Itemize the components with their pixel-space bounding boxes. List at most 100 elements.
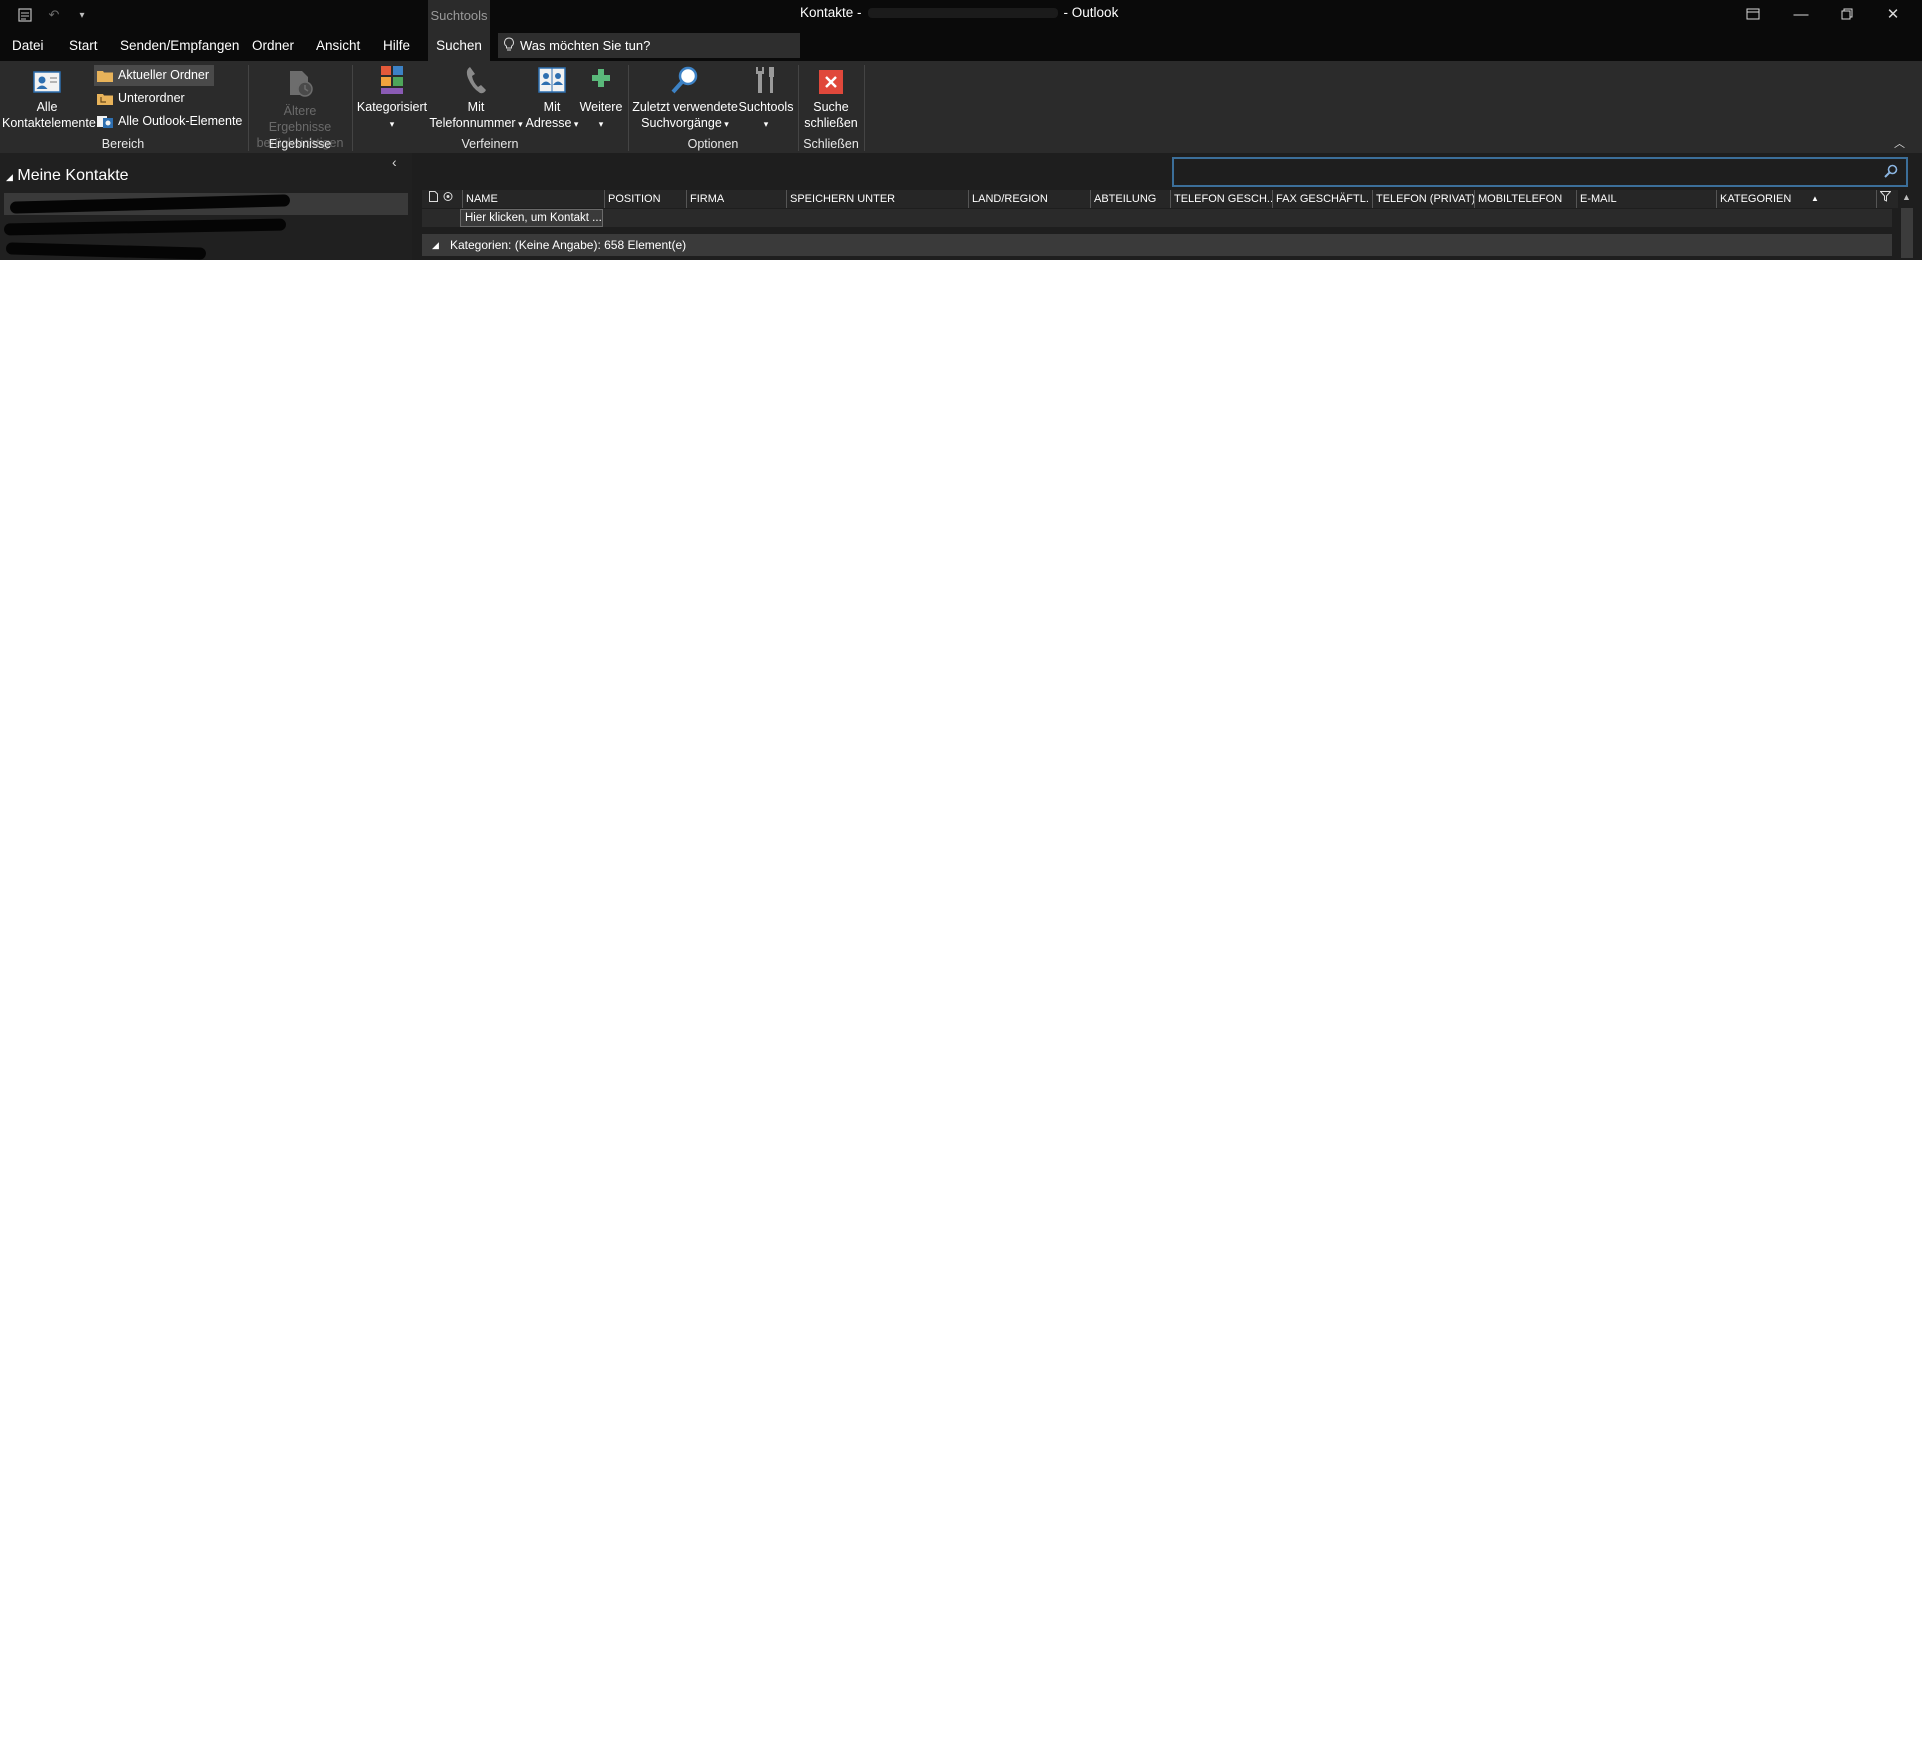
tab-ansicht[interactable]: Ansicht [310,30,366,61]
column-telefon-geschaeftlich[interactable]: TELEFON GESCH... [1170,190,1272,208]
ribbon-separator [248,65,249,151]
search-ribbon: Alle Kontaktelemente Aktueller Ordner Un… [0,61,1922,153]
contact-folder-item[interactable] [4,239,408,260]
column-e-mail[interactable]: E-MAIL [1576,190,1716,208]
tell-me-box[interactable]: Was möchten Sie tun? [498,33,800,58]
contact-folder-item[interactable] [3,216,408,238]
search-icon[interactable] [1884,164,1898,178]
lightbulb-icon [498,37,520,54]
column-name[interactable]: NAME [462,190,604,208]
kategorisiert-label: Kategorisiert [356,100,428,114]
column-mobiltelefon[interactable]: MOBILTELEFON [1474,190,1576,208]
context-tab-suchtools: Suchtools [428,0,490,30]
scrollbar-thumb[interactable] [1901,208,1913,258]
recent-searches-icon [671,66,698,94]
title-prefix: Kontakte - [800,5,862,20]
all-items-icon [97,116,113,128]
alle-label-line2: Kontaktelemente [2,116,96,130]
zuletzt-label-line1: Zuletzt verwendete [632,100,738,114]
tell-me-text: Was möchten Sie tun? [520,38,651,53]
new-contact-row: Hier klicken, um Kontakt ... [422,209,1892,227]
group-label-verfeinern: Verfeinern [461,137,519,151]
kategorisiert-button[interactable]: Kategorisiert ▾ [356,65,428,132]
contact-folder-item[interactable] [4,193,408,215]
column-speichern-unter[interactable]: SPEICHERN UNTER [786,190,968,208]
collapse-ribbon-icon[interactable]: ︿ [1894,135,1905,151]
telefon-label-line1: Mit [467,100,485,114]
adresse-label-line1: Mit [543,100,561,114]
alle-kontaktelemente-button[interactable]: Alle Kontaktelemente [2,69,96,131]
minimize-icon[interactable]: — [1778,0,1824,28]
search-tools-icon [756,67,774,93]
column-position[interactable]: POSITION [604,190,686,208]
search-input[interactable] [1178,162,1872,184]
search-box[interactable] [1172,157,1908,187]
dropdown-arrow-icon: ▾ [721,119,729,129]
zuletzt-verwendete-button[interactable]: Zuletzt verwendete Suchvorgänge ▾ [632,65,738,132]
collapse-nav-icon[interactable]: ‹ [392,154,397,170]
redacted-account [867,8,1058,19]
outlook-window: ↶ ▾ Suchtools Kontakte - - Outlook — ✕ Da… [0,0,1922,260]
attachment-icon[interactable] [440,190,454,208]
redacted-folder-name [5,242,207,260]
unterordner-label: Unterordner [118,91,185,105]
close-search-icon [819,70,843,94]
alle-label-line1: Alle [36,100,58,114]
restore-icon[interactable] [1824,0,1870,28]
collapse-group-icon[interactable]: ◢ [432,234,439,256]
mit-telefonnummer-button[interactable]: Mit Telefonnummer ▾ [428,65,524,132]
close-window-icon[interactable]: ✕ [1870,0,1916,28]
column-abteilung[interactable]: ABTEILUNG [1090,190,1170,208]
vertical-scrollbar[interactable]: ▲ [1898,190,1916,260]
column-kategorien[interactable]: KATEGORIEN ▲ [1716,190,1876,208]
undo-icon[interactable]: ↶ [42,0,66,30]
suchtools-label: Suchtools [738,100,794,114]
plus-icon [592,69,610,87]
group-label-bereich: Bereich [101,137,145,151]
group-header-row[interactable]: ◢ Kategorien: (Keine Angabe): 658 Elemen… [422,234,1892,256]
ribbon-separator [864,65,865,151]
tab-senden-empfangen[interactable]: Senden/Empfangen [114,30,245,61]
suchtools-button[interactable]: Suchtools ▾ [738,65,794,132]
categorize-icon [381,66,403,94]
group-header-label: Kategorien: (Keine Angabe): 658 Element(… [450,238,687,252]
tab-datei[interactable]: Datei [6,30,50,61]
column-firma[interactable]: FIRMA [686,190,786,208]
send-receive-all-icon[interactable] [12,0,38,30]
unterordner-button[interactable]: Unterordner [94,88,190,109]
meine-kontakte-header[interactable]: ◢ Meine Kontakte [6,167,129,185]
ribbon-display-options-icon[interactable] [1730,0,1776,28]
expand-triangle-icon: ◢ [6,172,13,182]
column-land-region[interactable]: LAND/REGION [968,190,1090,208]
aktueller-ordner-button[interactable]: Aktueller Ordner [94,65,215,86]
zuletzt-label-line2: Suchvorgänge [641,116,722,130]
customize-qat-icon[interactable]: ▾ [72,0,92,30]
older-results-icon [290,71,313,97]
redacted-folder-name [3,218,287,236]
adresse-label-line2: Adresse [525,116,572,130]
dropdown-arrow-icon: ▾ [598,119,604,129]
scroll-up-icon[interactable]: ▲ [1902,192,1911,202]
mit-adresse-button[interactable]: Mit Adresse ▾ [524,65,580,132]
group-label-optionen: Optionen [687,137,739,151]
column-fax-geschaeftlich[interactable]: FAX GESCHÄFTL. [1272,190,1372,208]
column-kategorien-label: KATEGORIEN [1720,193,1792,205]
ribbon-tabs: Datei Start Senden/Empfangen Ordner Ansi… [0,30,1922,61]
alle-outlook-elemente-button[interactable]: Alle Outlook-Elemente [94,111,247,132]
tab-suchen[interactable]: Suchen [428,30,490,61]
tab-ordner[interactable]: Ordner [246,30,300,61]
suche-schliessen-button[interactable]: Suche schließen [800,69,862,131]
tab-start[interactable]: Start [63,30,104,61]
schliessen-label-line1: Suche [813,100,849,114]
tab-hilfe[interactable]: Hilfe [377,30,416,61]
group-label-schliessen: Schließen [803,137,859,151]
filter-icon[interactable] [1876,190,1900,208]
ribbon-separator [352,65,353,151]
weitere-button[interactable]: Weitere ▾ [578,65,624,132]
column-header-row: NAME POSITION FIRMA SPEICHERN UNTER LAND… [422,190,1902,208]
group-label-ergebnisse: Ergebnisse [268,137,332,151]
new-contact-cell[interactable]: Hier klicken, um Kontakt ... [460,209,603,227]
document-icon[interactable] [426,190,440,208]
dropdown-arrow-icon: ▾ [515,119,523,129]
column-telefon-privat[interactable]: TELEFON (PRIVAT) [1372,190,1474,208]
